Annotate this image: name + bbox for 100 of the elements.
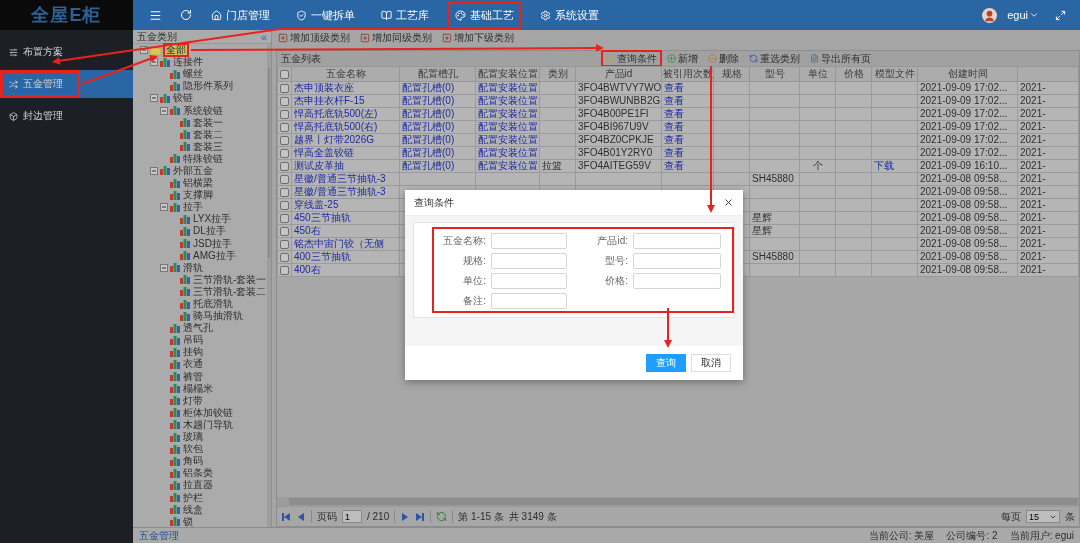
tree-item[interactable]: 榻榻米 [182,383,214,394]
checkbox[interactable] [280,135,289,145]
close-icon[interactable] [723,197,734,208]
tree-item[interactable]: JSD拉手 [192,238,233,249]
tree-item[interactable]: 软包 [182,444,204,455]
previous-page-icon[interactable] [296,511,306,522]
last-page-icon[interactable] [415,511,426,522]
tree-item[interactable]: 透气孔 [182,323,214,334]
checkbox[interactable] [280,96,289,106]
category-icon [170,456,180,466]
nav-tab[interactable]: 系统设置 [533,1,606,29]
tree-item[interactable]: 衣通 [182,359,204,370]
checkbox[interactable] [280,83,289,93]
tree-item[interactable]: 护栏 [182,492,204,503]
category-icon [170,69,180,79]
tree-item[interactable]: 特殊铰链 [182,153,224,164]
toolbar-button[interactable]: 导出所有页 [805,50,876,67]
checkbox[interactable] [280,161,289,171]
user-menu[interactable]: egui [1003,9,1043,21]
tree-item[interactable]: 托底滑轨 [192,299,234,309]
tree-item[interactable]: 线盒 [182,504,204,515]
tree-item[interactable]: 套装二 [192,129,224,140]
checkbox[interactable] [280,265,289,275]
table-cell: 星辉 [752,212,772,223]
tree-item[interactable]: 裤管 [182,371,204,382]
tree-item[interactable]: 三节滑轨-套装一 [192,274,268,285]
tree-item[interactable]: 拉手 [182,202,204,213]
table-link[interactable]: 450右 [294,225,321,236]
tree-item[interactable]: 套装三 [192,141,224,152]
tree-item[interactable]: 吊码 [182,335,204,346]
collapse-toggle[interactable] [140,46,148,55]
nav-tab[interactable]: 工艺库 [374,1,436,29]
input-field[interactable] [633,253,721,269]
checkbox[interactable] [280,213,289,223]
category-icon [170,480,180,490]
nav-tab[interactable]: 门店管理 [204,1,277,29]
checkbox[interactable] [280,109,289,119]
collapse-toggle[interactable] [160,203,168,212]
toolbar-button[interactable]: 删除 [703,50,744,67]
tree-item[interactable]: 铝条类 [182,468,214,479]
checkbox[interactable] [280,226,289,236]
checkbox[interactable] [280,122,289,132]
nav-tab[interactable]: 基础工艺 [448,1,521,29]
tree-item[interactable]: 系统铰链 [182,105,224,116]
tree-item[interactable]: 锁 [182,516,194,527]
cancel-button[interactable]: 取消 [691,354,731,372]
tree-item[interactable]: 支撑脚 [182,190,214,201]
table-cell: 2021-09-08 09:58... [920,186,1008,197]
per-page-select[interactable]: 15 [1026,510,1060,523]
input-field[interactable] [491,293,567,309]
checkbox[interactable] [280,239,289,249]
toolbar-button[interactable]: 新增 [662,50,703,67]
collapse-toggle[interactable] [160,263,168,272]
tree-item[interactable]: 连接件 [172,57,204,68]
tree-item[interactable]: 铝横梁 [182,178,214,189]
tree-item[interactable]: 外部五金 [172,166,214,176]
collapse-toggle[interactable] [150,94,158,103]
checkbox[interactable] [280,148,289,158]
scrollbar[interactable] [277,497,1079,506]
table-link[interactable]: 400右 [294,264,321,275]
toolbar-button[interactable]: 增加同级类别 [358,31,434,45]
input-field[interactable] [491,253,567,269]
tree-item[interactable]: DL拉手 [192,226,227,237]
sidebar-item[interactable]: 封边管理 [0,102,133,130]
tree-item[interactable]: 滑轨 [182,262,204,273]
collapse-toggle[interactable] [150,167,158,175]
tree-item[interactable]: 木趟门导轨 [182,419,234,430]
input-field[interactable] [633,273,721,289]
sidebar-item[interactable]: 布置方案 [0,38,133,66]
tree-item[interactable]: 拉直器 [182,480,214,491]
toolbar-button[interactable]: 增加下级类别 [440,31,516,45]
tree-item[interactable]: 三节滑轨-套装二 [192,286,268,297]
page-input[interactable]: 1 [342,510,362,523]
toolbar-button[interactable]: 增加顶级类别 [276,31,352,45]
tree-item[interactable]: 隐形件系列 [182,81,234,92]
nav-tab[interactable]: 一键拆单 [289,1,362,29]
input-field[interactable] [491,233,567,249]
tree-item[interactable]: 灯带 [182,395,204,406]
tree-item[interactable]: AMG拉手 [192,250,237,261]
document-icon [810,54,819,63]
sidebar-item[interactable]: 五金管理 [0,70,80,98]
tree-item[interactable]: 螺丝 [182,69,204,80]
tree-item[interactable]: 骑马抽滑轨 [192,311,244,322]
input-field[interactable] [633,233,721,249]
tree-item[interactable]: LYX拉手 [192,214,233,225]
tree-item[interactable]: 套装一 [192,117,224,128]
checkbox[interactable] [280,252,289,262]
first-page-icon[interactable] [281,511,291,522]
checkbox[interactable] [280,187,289,197]
tree-item[interactable]: 玻璃 [182,432,204,443]
checkbox[interactable] [280,69,289,79]
toolbar-button[interactable]: 重选类别 [744,50,805,67]
checkbox[interactable] [280,200,289,210]
collapse-toggle[interactable] [160,106,168,115]
input-field[interactable] [491,273,567,289]
checkbox[interactable] [280,174,289,184]
tree-item[interactable]: 铰链 [172,93,194,104]
tree-item[interactable]: 挂钩 [182,347,204,358]
tree-item[interactable]: 角码 [182,456,204,467]
tree-item[interactable]: 柜体加铰链 [182,407,234,418]
